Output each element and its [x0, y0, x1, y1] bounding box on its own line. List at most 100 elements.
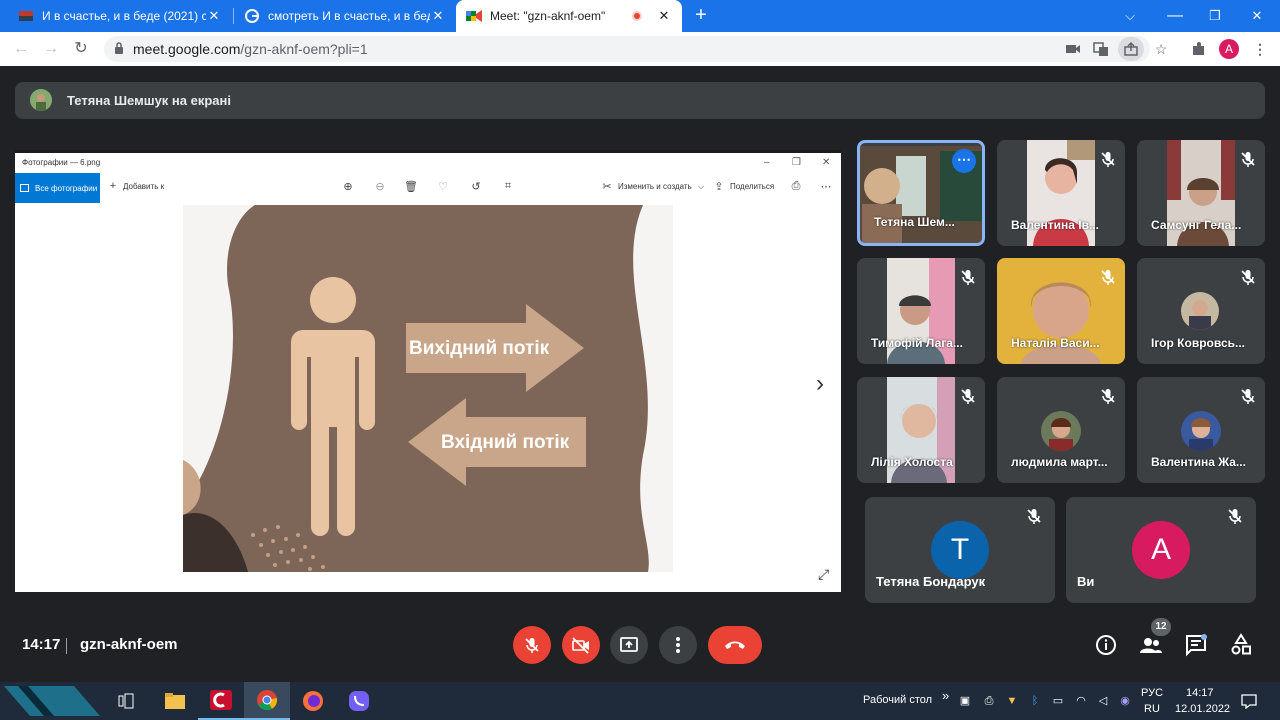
participant-tile[interactable]: Тимофій Лага...: [857, 258, 985, 364]
participant-tile[interactable]: Валентина Жа...: [1137, 377, 1265, 483]
participant-tile[interactable]: Валентина Ів...: [997, 140, 1125, 246]
google-favicon-icon: [244, 8, 260, 24]
battery-icon[interactable]: ▭: [1051, 695, 1065, 707]
browser-tab[interactable]: смотреть И в счастье, и в беде ( ✕: [234, 0, 456, 32]
tab-close-icon[interactable]: ✕: [206, 8, 222, 24]
url-host: meet.google.com: [133, 41, 241, 57]
clock-date[interactable]: 12.01.2022: [1175, 703, 1230, 715]
back-icon[interactable]: ←: [10, 38, 32, 60]
end-call-icon: [725, 641, 745, 649]
expand-diagonal-icon: ⤢: [818, 566, 830, 582]
participant-tile[interactable]: Лілія Холоста: [857, 377, 985, 483]
tab-title: смотреть И в счастье, и в беде (: [268, 9, 430, 23]
favorite-heart-icon: ♡: [438, 181, 448, 193]
bluetooth-icon[interactable]: ᛒ: [1028, 695, 1042, 707]
toolbar-chevron-icon[interactable]: »: [942, 688, 949, 703]
window-close-icon[interactable]: ✕: [1234, 0, 1280, 32]
flag-favicon-icon: [18, 8, 34, 24]
taskbar-explorer[interactable]: [152, 682, 198, 720]
bookmark-star-icon[interactable]: ☆: [1151, 39, 1171, 59]
wifi-icon[interactable]: ◠: [1074, 695, 1088, 707]
participant-tile[interactable]: людмила март...: [997, 377, 1125, 483]
mic-off-icon: [525, 638, 539, 653]
participant-name: Наталія Васи...: [1011, 336, 1100, 350]
participant-avatar: [1041, 411, 1081, 451]
participant-tile-self[interactable]: A Ви: [1066, 497, 1256, 603]
chat-icon[interactable]: [1184, 633, 1208, 657]
leave-call-button[interactable]: [708, 626, 762, 664]
participant-name: Тетяна Бондарук: [876, 574, 986, 589]
taskbar-viber[interactable]: [336, 682, 382, 720]
presenter-banner: Тетяна Шемшук на екрані: [15, 82, 1265, 119]
info-icon[interactable]: [1094, 633, 1118, 657]
tray-folder-icon[interactable]: ▼: [1005, 695, 1019, 707]
tray-app-icon[interactable]: ▣: [958, 695, 972, 707]
rotate-icon: ↺: [471, 181, 481, 193]
tab-close-icon[interactable]: ✕: [430, 8, 446, 24]
app-red-icon: [210, 690, 232, 710]
time-divider: [66, 638, 67, 654]
tab-title: И в счастье, и в беде (2021) смо: [42, 9, 206, 23]
taskbar-chrome[interactable]: [244, 682, 290, 720]
participant-name: Валентина Жа...: [1151, 455, 1246, 469]
reload-icon[interactable]: ↻: [70, 38, 92, 60]
taskbar-app-red[interactable]: [198, 682, 244, 720]
desktop-toolbar-label[interactable]: Рабочий стол: [863, 694, 932, 706]
photos-toolbar: Все фотографии + Добавить к ⊕ ⊖ 🗑 ♡ ↺ ⌗ …: [15, 173, 841, 203]
participant-tile-letter[interactable]: T Тетяна Бондарук: [865, 497, 1055, 603]
volume-icon[interactable]: ◁: [1096, 695, 1110, 707]
task-view-button[interactable]: [104, 682, 150, 720]
participant-tile[interactable]: Наталія Васи...: [997, 258, 1125, 364]
menu-kebab-icon[interactable]: ⋮: [1250, 39, 1270, 59]
tray-printer-icon[interactable]: ⎙: [982, 695, 996, 707]
participant-name: Тимофій Лага...: [871, 336, 963, 350]
activities-icon[interactable]: [1229, 633, 1253, 657]
tray-viber-icon[interactable]: ◉: [1118, 695, 1132, 707]
edit-create-label: Изменить и создать: [618, 182, 692, 191]
participant-tile[interactable]: ⋯ Тетяна Шем...: [857, 140, 985, 246]
photos-share-label: Поделиться: [730, 182, 775, 191]
more-options-icon[interactable]: ⋯: [952, 149, 976, 173]
url-path: /gzn-aknf-oem?pli=1: [240, 41, 368, 57]
input-language-code[interactable]: RU: [1144, 703, 1160, 715]
delete-icon: 🗑: [404, 181, 418, 193]
clock-time[interactable]: 14:17: [1186, 687, 1214, 699]
meet-favicon-icon: [466, 8, 482, 24]
slide-incoming-label: Вхідний потік: [441, 432, 570, 453]
tab-close-icon[interactable]: ✕: [656, 8, 672, 24]
tab-search-chevron-icon[interactable]: ⌵: [1107, 0, 1153, 32]
profile-avatar[interactable]: A: [1219, 39, 1239, 59]
camera-in-use-icon[interactable]: [1064, 41, 1082, 57]
extensions-puzzle-icon[interactable]: [1189, 39, 1209, 59]
camera-toggle-button[interactable]: [562, 626, 600, 664]
mic-off-icon: [1241, 389, 1255, 404]
participant-tile[interactable]: Ігор Ковровсь...: [1137, 258, 1265, 364]
zoom-in-icon: ⊕: [343, 181, 353, 193]
translate-icon[interactable]: [1092, 41, 1110, 57]
mic-off-icon: [1241, 270, 1255, 285]
restore-icon[interactable]: ❐: [1192, 0, 1238, 32]
people-icon[interactable]: [1139, 633, 1163, 657]
more-options-button[interactable]: [659, 626, 697, 664]
photos-close-icon: ✕: [822, 157, 831, 168]
slide-outgoing-label: Вихідний потік: [409, 338, 550, 359]
browser-tab[interactable]: И в счастье, и в беде (2021) смо ✕: [8, 0, 232, 32]
mic-off-icon: [1241, 152, 1255, 167]
present-screen-button[interactable]: [610, 626, 648, 664]
notifications-icon[interactable]: [1240, 693, 1258, 709]
start-logo-icon[interactable]: [4, 686, 100, 716]
forward-icon[interactable]: →: [40, 38, 62, 60]
mic-toggle-button[interactable]: [513, 626, 551, 664]
meeting-code: gzn-aknf-oem: [80, 636, 178, 653]
photos-window-title: Фотографии — 6.png: [22, 158, 101, 167]
participant-tile[interactable]: Самсунг Гела...: [1137, 140, 1265, 246]
folder-icon: [165, 693, 185, 709]
presenter-avatar: [30, 89, 52, 111]
new-tab-button[interactable]: +: [690, 4, 712, 26]
input-language[interactable]: РУС: [1141, 687, 1163, 699]
taskbar-firefox[interactable]: [290, 682, 336, 720]
browser-tab-active[interactable]: Meet: "gzn-aknf-oem" ✕: [456, 0, 682, 32]
share-page-button[interactable]: [1118, 37, 1144, 61]
address-bar[interactable]: meet.google.com/gzn-aknf-oem?pli=1: [104, 36, 1150, 62]
photos-maximize-icon: ❐: [792, 157, 801, 168]
